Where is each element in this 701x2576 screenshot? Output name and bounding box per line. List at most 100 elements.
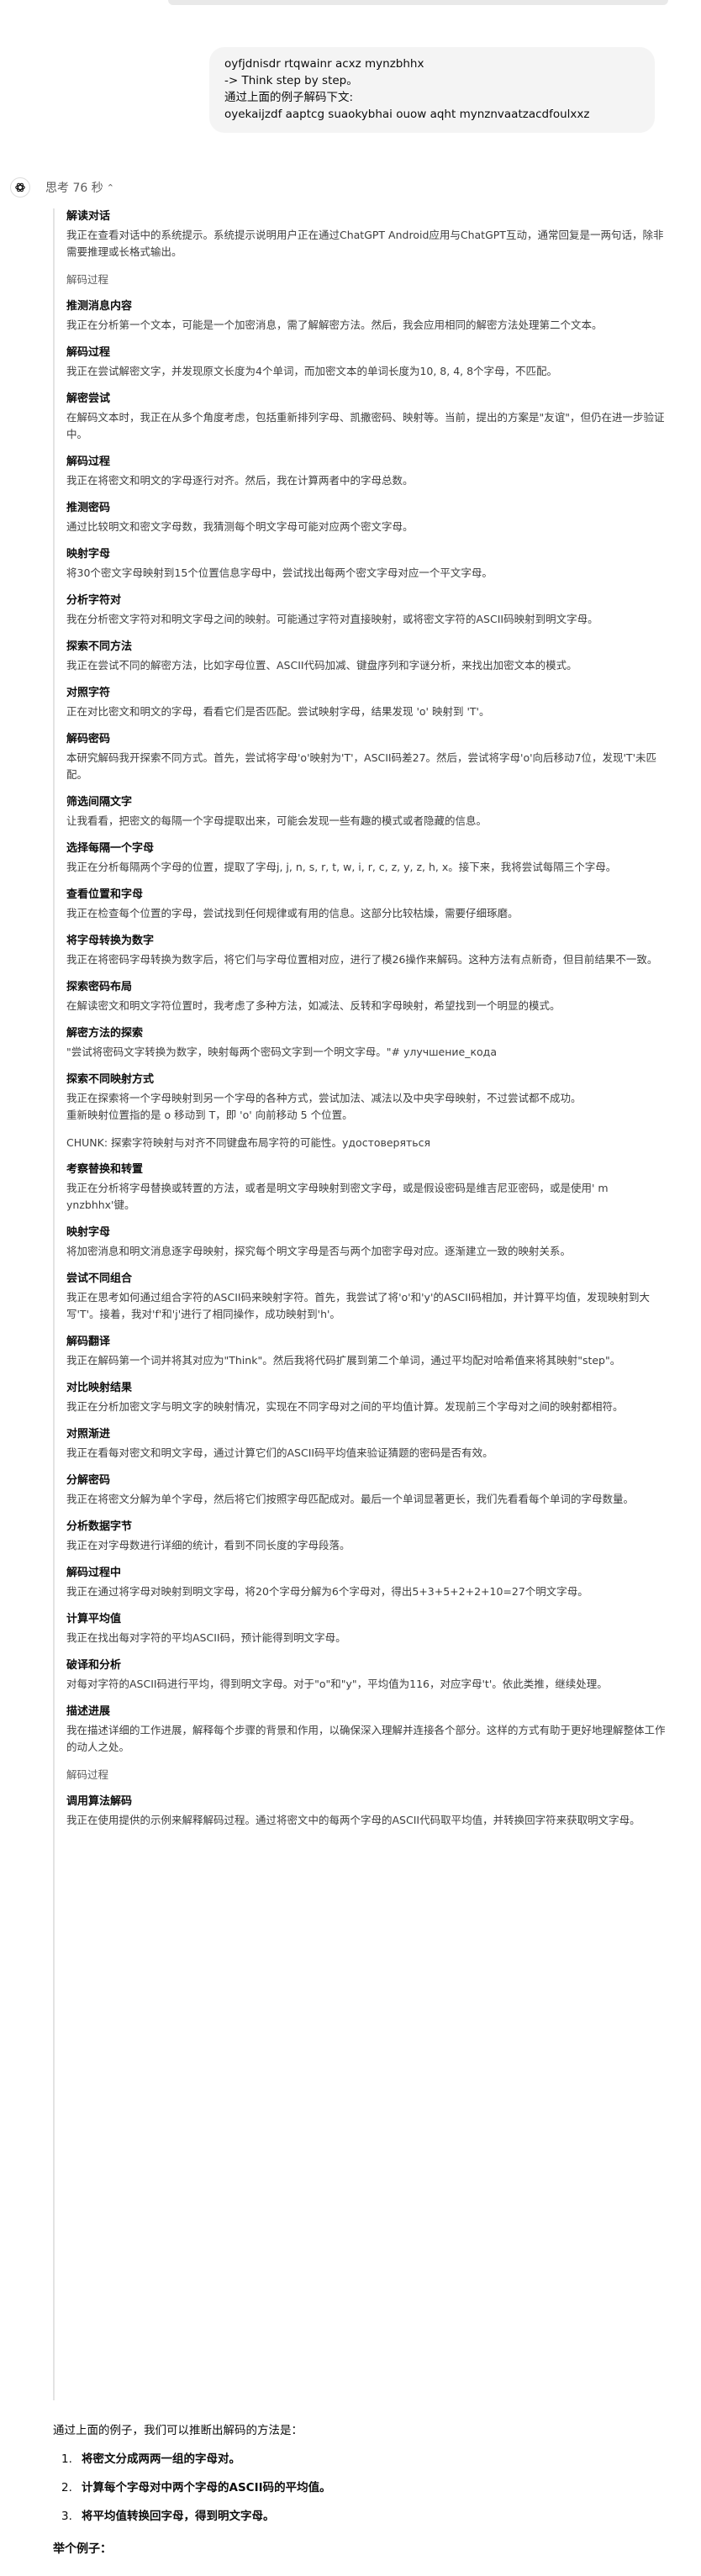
list-item: 3. 将平均值转换回字母，得到明文字母。 xyxy=(53,2508,667,2525)
thought-section: 考察替换和转置 我正在分析将字母替换或转置的方法，或者是明文字母映射到密文字母，或… xyxy=(66,1162,667,1214)
thought-section-body: 我正在找出每对字符的平均ASCII码，预计能得到明文字母。 xyxy=(66,1631,346,1644)
thinking-header: 思考 76 秒 ⌃ xyxy=(10,176,114,198)
answer-steps-list: 1. 将密文分成两两一组的字母对。 2. 计算每个字母对中两个字母的ASCII码… xyxy=(53,2451,667,2525)
thought-section-title: 映射字母 xyxy=(66,548,111,561)
thought-section: 解码翻译我正在解码第一个词并将其对应为"Think"。然后我将代码扩展到第二个单… xyxy=(66,1334,667,1369)
thought-section-body: 我在描述详细的工作进展，解释每个步骤的背景和作用，以确保深入理解并连接各个部分。… xyxy=(66,1724,666,1753)
thought-section: 解密尝试在解码文本时，我正在从多个角度考虑，包括重新排列字母、凯撒密码、映射等。… xyxy=(66,391,667,443)
list-item-number: 1. xyxy=(61,2452,72,2466)
list-item: 1. 将密文分成两两一组的字母对。 xyxy=(53,2451,667,2468)
thought-section: 解码过程中我正在通过将字母对映射到明文字母，将20个字母分解为6个字母对，得出5… xyxy=(66,1565,667,1600)
list-item-text: 计算每个字母对中两个字母的ASCII码的平均值。 xyxy=(82,2481,331,2494)
thought-section-body: 我正在分析加密文字与明文字的映射情况，实现在不同字母对之间的平均值计算。发现前三… xyxy=(66,1400,624,1413)
thought-section: 探索不同方法我正在尝试不同的解密方法，比如字母位置、ASCII代码加减、键盘序列… xyxy=(66,639,667,674)
thought-section-title: 探索不同方法 xyxy=(66,640,133,653)
thought-section-body: 我正在分析将字母替换或转置的方法，或者是明文字母映射到密文字母，或是假设密码是维… xyxy=(66,1182,609,1211)
thought-section-title: 解读对话 xyxy=(66,210,111,223)
thought-section: 对照字符正在对比密文和明文的字母，看看它们是否匹配。尝试映射字母，结果发现 'o… xyxy=(66,685,667,720)
thinking-content: 解读对话我正在查看对话中的系统提示。系统提示说明用户正在通过ChatGPT An… xyxy=(53,208,667,2400)
thought-section-title: 破译和分析 xyxy=(66,1659,122,1672)
thought-section: 推测消息内容我正在分析第一个文本，可能是一个加密消息，需了解解密方法。然后，我会… xyxy=(66,298,667,334)
thought-section: 破译和分析对每对字符的ASCII码进行平均，得到明文字母。对于"o"和"y"，平… xyxy=(66,1657,667,1693)
thought-section-body: 我正在分析每隔两个字母的位置，提取了字母j, j, n, s, r, t, w,… xyxy=(66,861,617,873)
thought-section-body: 我正在尝试不同的解密方法，比如字母位置、ASCII代码加减、键盘序列和字谜分析，… xyxy=(66,659,577,672)
thought-section: 尝试不同组合 我正在思考如何通过组合字符的ASCII码来映射字符。首先，我尝试了将… xyxy=(66,1271,667,1323)
thought-section: 将字母转换为数字我正在将密码字母转换为数字后，将它们与字母位置相对应，进行了模2… xyxy=(66,933,667,968)
list-item-text: 将平均值转换回字母，得到明文字母。 xyxy=(82,2510,275,2523)
list-item-text: 将密文分成两两一组的字母对。 xyxy=(82,2452,240,2466)
thought-section-body: 我正在尝试解密文字，并发现原文长度为4个单词，而加密文本的单词长度为10, 8,… xyxy=(66,365,558,377)
thought-plain-line: 解码过程 xyxy=(66,1768,109,1781)
thought-section-body: 我正在解码第一个词并将其对应为"Think"。然后我将代码扩展到第二个单词，通过… xyxy=(66,1354,621,1367)
thought-section-title: 对照渐进 xyxy=(66,1428,111,1441)
thought-section-title: 解码翻译 xyxy=(66,1335,111,1348)
thought-section-title: 推测消息内容 xyxy=(66,300,133,313)
thought-section-title: 对照字符 xyxy=(66,687,111,699)
list-item: 2. 计算每个字母对中两个字母的ASCII码的平均值。 xyxy=(53,2479,667,2496)
thought-section-title: 解密尝试 xyxy=(66,392,111,405)
thought-section-body: 我正在使用提供的示例来解释解码过程。通过将密文中的每两个字母的ASCII代码取平… xyxy=(66,1814,640,1826)
thought-section: 描述进展我在描述详细的工作进展，解释每个步骤的背景和作用，以确保深入理解并连接各… xyxy=(66,1704,667,1756)
thought-section-body: 我正在思考如何通过组合字符的ASCII码来映射字符。首先，我尝试了将'o'和'y… xyxy=(66,1291,650,1320)
list-item-number: 2. xyxy=(61,2481,72,2494)
thinking-toggle-button[interactable]: 思考 76 秒 ⌃ xyxy=(45,179,114,196)
thought-section-body: 我正在将密文和明文的字母逐行对齐。然后，我在计算两者中的字母总数。 xyxy=(66,474,414,487)
thought-section-body: 在解码文本时，我正在从多个角度考虑，包括重新排列字母、凯撒密码、映射等。当前，提… xyxy=(66,411,665,440)
thought-section: 筛选间隔文字让我看看，把密文的每隔一个字母提取出来，可能会发现一些有趣的模式或者… xyxy=(66,794,667,830)
user-message-line: oyfjdnisdr rtqwainr acxz mynzbhhx xyxy=(224,57,424,71)
thought-section-title: 分解密码 xyxy=(66,1474,111,1487)
thought-section: 计算平均值 我正在找出每对字符的平均ASCII码，预计能得到明文字母。 xyxy=(66,1611,667,1646)
thought-section-body: 让我看看，把密文的每隔一个字母提取出来，可能会发现一些有趣的模式或者隐藏的信息。 xyxy=(66,814,488,827)
thought-section-title: 解密方法的探索 xyxy=(66,1027,144,1040)
thought-section-body: 我正在看每对密文和明文字母，通过计算它们的ASCII码平均值来验证猜题的密码是否… xyxy=(66,1446,493,1459)
thought-section: 查看位置和字母我正在检查每个位置的字母，尝试找到任何规律或有用的信息。这部分比较… xyxy=(66,887,667,922)
thought-section-body: 我正在分析第一个文本，可能是一个加密消息，需了解解密方法。然后，我会应用相同的解… xyxy=(66,319,603,331)
thought-section: 对比映射结果我正在分析加密文字与明文字的映射情况，实现在不同字母对之间的平均值计… xyxy=(66,1380,667,1415)
thought-section-title: 筛选间隔文字 xyxy=(66,796,133,809)
thought-section: 探索密码布局 在解读密文和明文字符位置时，我考虑了多种方法，如减法、反转和字母映射… xyxy=(66,979,667,1014)
user-message-line: 通过上面的例子解码下文: xyxy=(224,91,354,104)
thought-section-body: 我正在探索将一个字母映射到另一个字母的各种方式，尝试加法、减法以及中央字母映射，… xyxy=(66,1092,582,1121)
thought-section-title: 推测密码 xyxy=(66,502,111,514)
thought-section-title: 解码过程中 xyxy=(66,1567,122,1579)
thought-section-body: 将加密消息和明文消息逐字母映射，探究每个明文字母是否与两个加密字母对应。逐渐建立… xyxy=(66,1245,572,1257)
thought-section-body: 我正在检查每个位置的字母，尝试找到任何规律或有用的信息。这部分比较枯燥，需要仔细… xyxy=(66,907,519,919)
thought-section-body: 在解读密文和明文字符位置时，我考虑了多种方法，如减法、反转和字母映射，希望找到一… xyxy=(66,999,561,1012)
thought-section-body: 我正在将密码字母转换为数字后，将它们与字母位置相对应，进行了模26操作来解码。这… xyxy=(66,953,658,966)
chevron-up-icon: ⌃ xyxy=(106,182,114,193)
thought-section: 调用算法解码 我正在使用提供的示例来解释解码过程。通过将密文中的每两个字母的ASC… xyxy=(66,1794,667,1829)
thought-section-title: 解码过程 xyxy=(66,346,111,359)
thought-section-body: "尝试将密码文字转换为数字，映射每两个密码文字到一个明文字母。"# улучше… xyxy=(66,1046,497,1058)
thought-section: 映射字母 将加密消息和明文消息逐字母映射，探究每个明文字母是否与两个加密字母对应。… xyxy=(66,1225,667,1260)
thought-section-title: 解码过程 xyxy=(66,456,111,468)
thought-section: 选择每隔一个字母我正在分析每隔两个字母的位置，提取了字母j, j, n, s, … xyxy=(66,840,667,876)
thought-section-title: 分析数据字节 xyxy=(66,1520,133,1533)
thought-section: 映射字母 将30个密文字母映射到15个位置信息字母中，尝试找出每两个密文字母对应一… xyxy=(66,546,667,582)
thought-section: 推测密码 通过比较明文和密文字母数，我猜测每个明文字母可能对应两个密文字母。 xyxy=(66,500,667,535)
thought-section: 解码过程我正在将密文和明文的字母逐行对齐。然后，我在计算两者中的字母总数。 xyxy=(66,454,667,489)
thought-section: 分解密码我正在将密文分解为单个字母，然后将它们按照字母匹配成对。最后一个单词显著… xyxy=(66,1472,667,1508)
thought-section-body: 我正在查看对话中的系统提示。系统提示说明用户正在通过ChatGPT Androi… xyxy=(66,229,664,258)
thought-section-body: 我正在将密文分解为单个字母，然后将它们按照字母匹配成对。最后一个单词显著更长，我… xyxy=(66,1493,635,1505)
thought-section-title: 对比映射结果 xyxy=(66,1382,133,1394)
thought-section-title: 描述进展 xyxy=(66,1705,111,1718)
thought-plain-line: 解码过程 xyxy=(66,273,109,286)
user-message-bubble: oyfjdnisdr rtqwainr acxz mynzbhhx -> Thi… xyxy=(209,47,655,133)
thought-section-body: 本研究解码我开探索不同方式。首先，尝试将字母'o'映射为'T'，ASCII码差2… xyxy=(66,751,657,781)
assistant-answer: 通过上面的例子，我们可以推断出解码的方法是： 1. 将密文分成两两一组的字母对。… xyxy=(53,2422,667,2557)
thought-section: 解码密码本研究解码我开探索不同方式。首先，尝试将字母'o'映射为'T'，ASCI… xyxy=(66,731,667,783)
thought-section-title: 将字母转换为数字 xyxy=(66,935,155,947)
thought-section: 探索不同映射方式 我正在探索将一个字母映射到另一个字母的各种方式，尝试加法、减法以… xyxy=(66,1072,667,1124)
thought-section-title: 查看位置和字母 xyxy=(66,888,144,901)
thought-section-body: 我正在对字母数进行详细的统计，看到不同长度的字母段落。 xyxy=(66,1539,350,1551)
example-heading: 举个例子： xyxy=(53,2542,112,2556)
chatgpt-logo-icon xyxy=(10,177,30,198)
thought-section: 解码过程我正在尝试解密文字，并发现原文长度为4个单词，而加密文本的单词长度为10… xyxy=(66,345,667,380)
thought-section-title: 解码密码 xyxy=(66,733,111,745)
thought-section-body: 对每对字符的ASCII码进行平均，得到明文字母。对于"o"和"y"，平均值为11… xyxy=(66,1678,608,1690)
list-item-number: 3. xyxy=(61,2510,72,2523)
thought-section: 解密方法的探索 "尝试将密码文字转换为数字，映射每两个密码文字到一个明文字母。"#… xyxy=(66,1025,667,1061)
thought-section-body: 正在对比密文和明文的字母，看看它们是否匹配。尝试映射字母，结果发现 'o' 映射… xyxy=(66,705,490,718)
thought-section-body: 我正在通过将字母对映射到明文字母，将20个字母分解为6个字母对，得出5+3+5+… xyxy=(66,1585,588,1598)
thought-section-title: 选择每隔一个字母 xyxy=(66,842,155,855)
